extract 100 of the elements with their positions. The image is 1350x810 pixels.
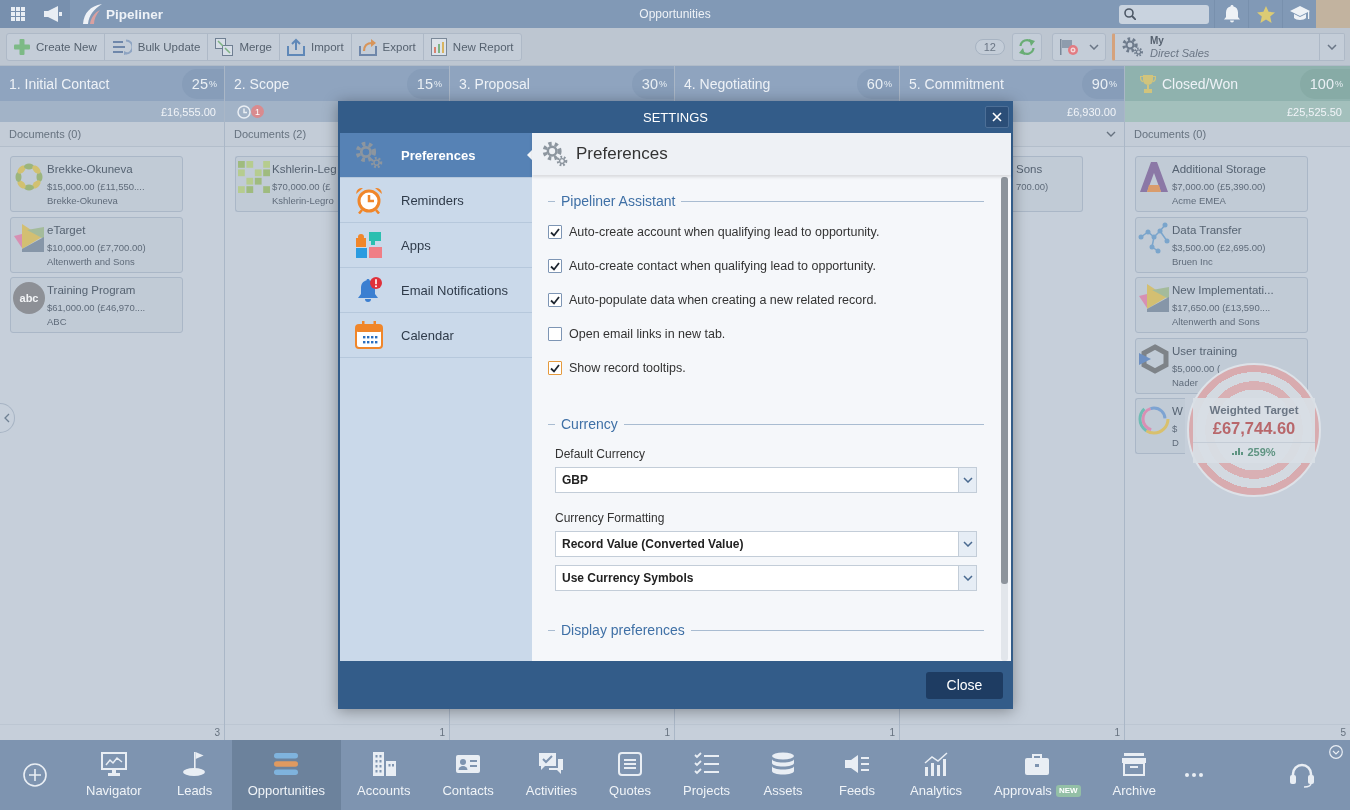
merge-icon xyxy=(215,37,234,56)
bulk-update-button[interactable]: Bulk Update xyxy=(104,33,209,60)
company-logo: abc xyxy=(13,282,45,314)
card-title: Sons xyxy=(1016,162,1044,177)
scrollbar[interactable] xyxy=(1001,177,1008,661)
close-icon xyxy=(992,112,1002,122)
chevron-down-icon xyxy=(962,575,973,581)
filter-dropdown-button[interactable] xyxy=(1052,32,1106,61)
dropdown-field[interactable]: Use Currency Symbols xyxy=(555,565,977,591)
chevron-down-icon xyxy=(962,477,973,483)
percent-sign: % xyxy=(434,78,442,89)
chevron-down-circle-icon[interactable] xyxy=(1329,745,1343,759)
field-label: Currency Formatting xyxy=(555,511,666,525)
announcements-button[interactable] xyxy=(35,0,70,28)
close-button[interactable]: Close xyxy=(926,671,1003,699)
stage-name: 4. Negotiating xyxy=(684,75,772,92)
graduation-cap-icon[interactable] xyxy=(1289,6,1310,22)
layers-arrows-icon xyxy=(111,38,132,55)
opportunity-card[interactable]: W $ D xyxy=(1135,398,1185,454)
nav-item[interactable]: Approvals NEW xyxy=(978,740,1097,810)
card-amount: $ xyxy=(1172,422,1179,436)
nav-item[interactable]: Navigator xyxy=(70,740,158,810)
settings-nav-item[interactable]: Preferences xyxy=(340,133,532,178)
dialog-close-button[interactable] xyxy=(985,106,1009,128)
settings-nav-item[interactable]: Apps xyxy=(340,223,532,268)
nav-item[interactable]: Contacts xyxy=(426,740,510,810)
network-nodes-logo-icon xyxy=(1138,221,1170,254)
hexagon-logo-icon xyxy=(1138,342,1170,375)
stage-name: Closed/Won xyxy=(1162,75,1239,92)
opportunity-card[interactable]: eTarget $10,000.00 (£7,700.00) Altenwerth and Sons xyxy=(10,216,183,273)
nav-item[interactable]: Archive xyxy=(1096,740,1172,810)
contact-card-icon xyxy=(455,752,482,776)
card-account: Nader xyxy=(1172,375,1199,389)
opportunity-card[interactable]: New Implementati... $17,650.00 (£13,590.... Altenwerth and Sons xyxy=(1135,277,1308,333)
merge-button[interactable]: Merge xyxy=(208,33,280,60)
nav-item[interactable]: Quotes xyxy=(593,740,668,810)
checkbox-label: Auto-populate data when creating a new related record. xyxy=(569,293,877,307)
checkbox[interactable] xyxy=(548,361,562,375)
card-account: D xyxy=(1172,436,1180,449)
check-icon xyxy=(550,227,560,237)
card-amount: $10,000.00 (£7,700.00) xyxy=(47,240,146,255)
card-account: ABC xyxy=(47,315,68,328)
chevron-down-icon[interactable] xyxy=(1106,131,1116,137)
scrollbar-thumb[interactable] xyxy=(1001,177,1008,584)
dropdown-field[interactable]: GBP xyxy=(555,467,977,493)
opportunity-card[interactable]: Additional Storage $7,000.00 (£5,390.00) Acme EMEA xyxy=(1135,156,1308,212)
card-title: New Implementati... xyxy=(1172,283,1274,298)
checkbox[interactable] xyxy=(548,259,562,273)
target-title: Weighted Target xyxy=(1209,403,1299,416)
nav-item[interactable]: Assets xyxy=(746,740,821,810)
percent-sign: % xyxy=(884,78,892,89)
chevron-down-icon xyxy=(1327,43,1337,50)
new-report-button[interactable]: New Report xyxy=(423,33,521,60)
nav-item[interactable]: Leads xyxy=(157,740,232,810)
alarm-clock-icon xyxy=(355,186,383,214)
opportunity-card[interactable]: abc Training Program $61,000.00 (£46,970.... ABC xyxy=(10,277,183,333)
opportunity-card[interactable]: Brekke-Okuneva $15,000.00 (£11,550.... Brekke-Okuneva xyxy=(10,156,183,212)
card-title: Brekke-Okuneva xyxy=(47,162,134,177)
puzzle-pieces-icon xyxy=(355,231,383,259)
more-icon[interactable] xyxy=(1184,773,1203,777)
nav-item[interactable]: Opportunities xyxy=(231,740,341,810)
star-icon[interactable] xyxy=(1256,5,1275,23)
opportunity-card[interactable]: Kshlerin-Leg $70,000.00 (£ Kshlerin-Legro xyxy=(235,156,340,212)
documents-label[interactable]: Documents (0) xyxy=(9,128,82,140)
refresh-button[interactable] xyxy=(1012,32,1042,61)
card-title: Training Program xyxy=(47,283,137,298)
documents-label[interactable]: Documents (0) xyxy=(1134,128,1207,140)
headset-icon[interactable] xyxy=(1289,762,1315,788)
card-title: Additional Storage xyxy=(1172,162,1266,177)
record-count: 12 xyxy=(974,38,1005,55)
opportunity-card[interactable]: Data Transfer $3,500.00 (£2,695.00) Bruen Inc xyxy=(1135,216,1308,273)
checkbox[interactable] xyxy=(548,327,562,341)
dropdown-field[interactable]: Record Value (Converted Value) xyxy=(555,531,977,557)
checkbox[interactable] xyxy=(548,225,562,239)
card-amount: $70,000.00 (£ xyxy=(272,180,332,194)
settings-nav-item[interactable]: Calendar xyxy=(340,313,532,358)
checkbox[interactable] xyxy=(548,293,562,307)
import-button[interactable]: Import xyxy=(280,33,352,60)
grid-icon xyxy=(10,7,25,21)
stage-total: £16,555.00 xyxy=(160,105,216,118)
settings-nav-item[interactable]: Email Notifications xyxy=(340,268,532,313)
create-new-button[interactable]: Create New xyxy=(7,33,105,60)
search-field[interactable] xyxy=(1119,4,1209,24)
bar-chart-icon xyxy=(1232,448,1244,455)
apps-menu-button[interactable] xyxy=(0,0,35,28)
settings-nav-item[interactable]: Reminders xyxy=(340,178,532,223)
profile-selector[interactable]: My Direct Sales xyxy=(1112,32,1345,61)
nav-item[interactable]: Projects xyxy=(667,740,747,810)
plus-circle-icon[interactable] xyxy=(23,763,47,787)
export-button[interactable]: Export xyxy=(351,33,424,60)
card-title: Kshlerin-Leg xyxy=(272,162,337,177)
gears-icon xyxy=(1122,36,1144,57)
opportunity-card[interactable]: Sons 700.00) xyxy=(1013,156,1083,212)
nav-item[interactable]: Feeds xyxy=(820,740,895,810)
nav-item[interactable]: Accounts xyxy=(340,740,427,810)
checkbox-label: Open email links in new tab. xyxy=(569,327,726,341)
nav-item[interactable]: Analytics xyxy=(894,740,979,810)
nav-item[interactable]: Activities xyxy=(509,740,594,810)
documents-label[interactable]: Documents (2) xyxy=(234,128,307,140)
bell-icon[interactable] xyxy=(1223,5,1240,23)
